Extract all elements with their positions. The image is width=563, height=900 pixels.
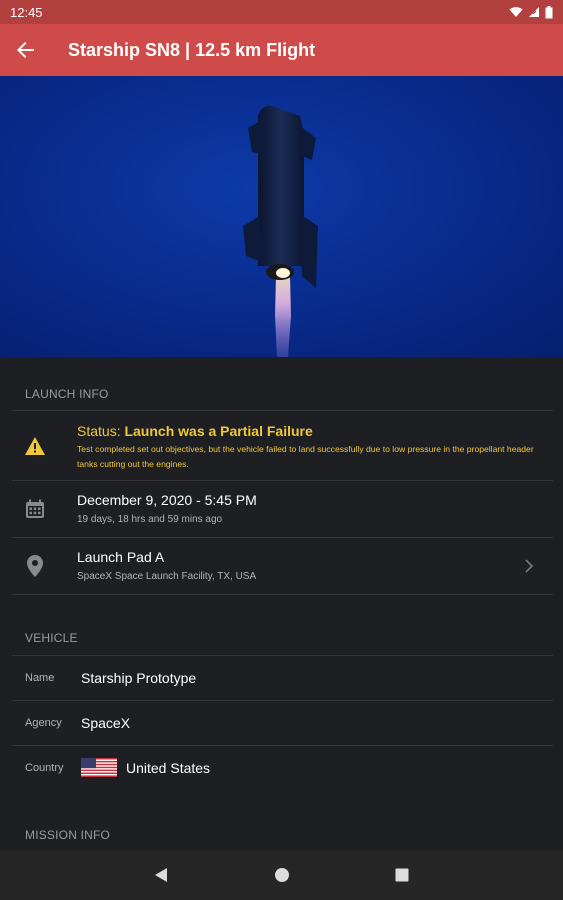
mission-info-header: MISSION INFO bbox=[25, 828, 111, 842]
clock: 12:45 bbox=[10, 4, 43, 20]
vehicle-header: VEHICLE bbox=[25, 631, 78, 645]
launch-info-header: LAUNCH INFO bbox=[25, 387, 109, 401]
vehicle-country-value: United States bbox=[126, 760, 211, 776]
pad-text-block: Launch Pad A SpaceX Space Launch Facilit… bbox=[77, 549, 543, 584]
launch-pad-row[interactable]: Launch Pad A SpaceX Space Launch Facilit… bbox=[0, 538, 563, 594]
us-flag-icon bbox=[81, 758, 117, 777]
vehicle-name-label: Name bbox=[25, 672, 55, 684]
divider bbox=[12, 594, 553, 595]
battery-icon bbox=[545, 5, 553, 18]
pad-name: Launch Pad A bbox=[77, 549, 165, 565]
rocket-illustration bbox=[243, 105, 318, 357]
launch-hero-image bbox=[0, 76, 563, 357]
vehicle-agency-row: Agency SpaceX bbox=[0, 701, 563, 745]
arrow-back-icon bbox=[17, 42, 34, 58]
vehicle-country-label: Country bbox=[25, 762, 64, 774]
launch-detail-screen: 12:45 Starship SN8 | 12.5 km Flight LAUN… bbox=[0, 0, 563, 900]
wifi-icon bbox=[509, 7, 523, 17]
circle-home-icon bbox=[275, 868, 289, 882]
nav-home-button[interactable] bbox=[262, 855, 302, 895]
status-icons bbox=[509, 5, 553, 19]
date-icon-wrap bbox=[24, 498, 46, 520]
nav-back-button[interactable] bbox=[141, 855, 181, 895]
system-status-bar: 12:45 bbox=[0, 0, 563, 24]
launch-date: December 9, 2020 - 5:45 PM bbox=[77, 492, 257, 508]
vehicle-name-row: Name Starship Prototype bbox=[0, 656, 563, 700]
vehicle-country-row: Country United States bbox=[0, 746, 563, 790]
launch-date-row: December 9, 2020 - 5:45 PM 19 days, 18 h… bbox=[0, 481, 563, 537]
chevron-right-icon bbox=[525, 559, 534, 573]
vehicle-agency-label: Agency bbox=[25, 717, 62, 729]
nav-recents-button[interactable] bbox=[382, 855, 422, 895]
status-icon-wrap bbox=[24, 435, 46, 457]
status-text-block: Status: Launch was a Partial Failure Tes… bbox=[77, 423, 543, 472]
calendar-icon bbox=[26, 499, 44, 518]
page-title: Starship SN8 | 12.5 km Flight bbox=[68, 39, 316, 60]
launch-detail-content: LAUNCH INFO Status: Launch was a Partial… bbox=[0, 357, 563, 850]
location-pin-icon bbox=[27, 555, 43, 577]
vehicle-agency-value: SpaceX bbox=[81, 715, 131, 731]
status-prefix: Status: bbox=[77, 423, 125, 439]
warning-icon bbox=[25, 437, 45, 455]
launch-status-row: Status: Launch was a Partial Failure Tes… bbox=[0, 410, 563, 480]
app-bar: Starship SN8 | 12.5 km Flight bbox=[0, 24, 563, 76]
pad-location: SpaceX Space Launch Facility, TX, USA bbox=[77, 571, 257, 582]
status-description: Test completed set out objectives, but t… bbox=[77, 444, 534, 469]
status-line: Status: Launch was a Partial Failure bbox=[77, 423, 543, 439]
date-text-block: December 9, 2020 - 5:45 PM 19 days, 18 h… bbox=[77, 492, 543, 527]
back-button[interactable] bbox=[0, 24, 52, 76]
system-navigation-bar bbox=[0, 850, 563, 900]
triangle-back-icon bbox=[155, 868, 167, 882]
launch-date-relative: 19 days, 18 hrs and 59 mins ago bbox=[77, 514, 223, 525]
pad-icon-wrap bbox=[24, 555, 46, 577]
cell-signal-icon bbox=[529, 7, 539, 17]
vehicle-name-value: Starship Prototype bbox=[81, 670, 197, 686]
square-recents-icon bbox=[395, 868, 409, 882]
status-value: Launch was a Partial Failure bbox=[124, 423, 313, 439]
